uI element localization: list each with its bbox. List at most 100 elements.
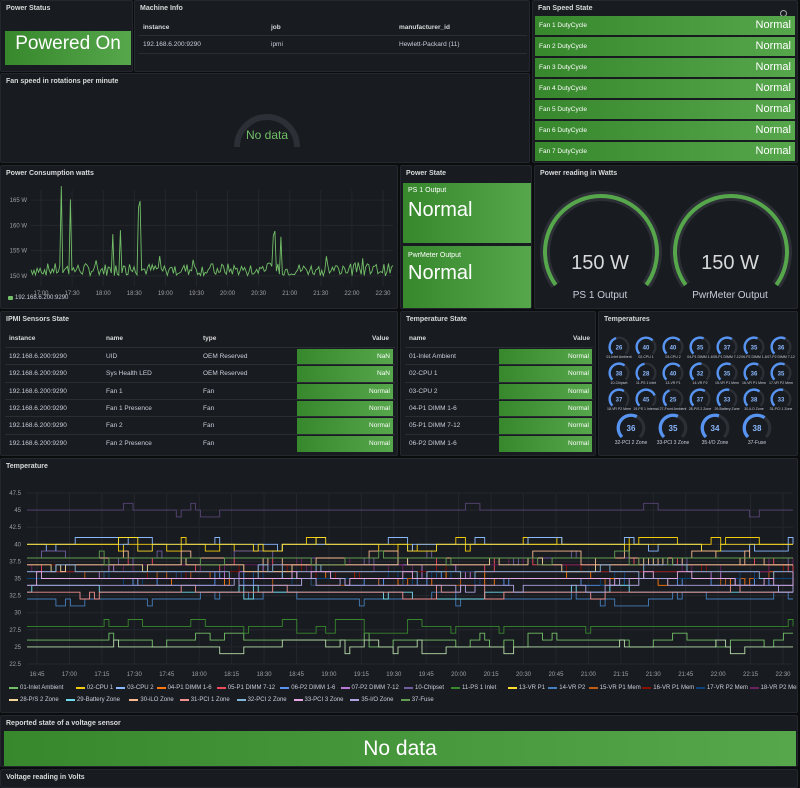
series-line <box>27 502 793 518</box>
series-line <box>27 639 793 655</box>
temperature-state-panel: Temperature State name Value 01-Inlet Am… <box>400 311 596 456</box>
y-tick-label: 40 <box>14 542 21 548</box>
x-tick-label: 17:45 <box>159 672 175 678</box>
fan-value: Normal <box>755 61 791 73</box>
y-tick-label: 22.5 <box>9 662 21 668</box>
x-tick-label: 19:15 <box>354 672 370 678</box>
fan-label: Fan 7 DutyCycle <box>539 148 588 155</box>
legend-item[interactable]: 35-I/O Zone <box>350 697 393 703</box>
legend-item[interactable]: 31-PCI 1 Zone <box>179 697 230 703</box>
legend-item[interactable]: 11-PS 1 Inlet <box>451 685 496 691</box>
legend-label: 02-CPU 1 <box>86 685 114 691</box>
power-consumption-chart[interactable]: 165 W160 W155 W150 W17:00 17:30 18:00 18:30… <box>1 166 398 309</box>
fan-value: Normal <box>755 19 791 31</box>
temperature-chart-panel: Temperature 47.5 45 42.5 40 37.5 35 32.5 30 27.5… <box>0 458 798 713</box>
legend-item[interactable]: 16-VR P1 Mem <box>642 685 694 691</box>
legend-label: 17-VR P2 Mem <box>706 685 748 691</box>
x-tick-label: 20:15 <box>484 672 500 678</box>
legend-item[interactable]: 33-PCI 3 Zone <box>293 697 344 703</box>
gauge-label: 07-P2 DIMM 7-12 <box>767 355 795 359</box>
gauge-value: 150 W <box>571 252 629 274</box>
gauge-value: 26 <box>616 345 623 351</box>
machine-info-panel: Machine Info instance job manufacturer_i… <box>134 0 530 72</box>
y-tick-label: 25 <box>14 645 21 651</box>
legend-label: 10-Chipset <box>415 685 445 691</box>
table-cell: 04-P1 DIMM 1-6 <box>409 404 457 412</box>
voltage-state-value: No data <box>4 731 796 766</box>
table-cell: UID <box>106 353 118 360</box>
col-header-name[interactable]: name <box>409 335 426 342</box>
panel-title: Power State <box>406 170 447 177</box>
col-header-instance[interactable]: instance <box>143 24 169 31</box>
col-header-manufacturer[interactable]: manufacturer_id <box>399 24 450 31</box>
temperature-chart[interactable]: 47.5 45 42.5 40 37.5 35 32.5 30 27.5 25 22.5 16:45 1… <box>1 477 798 692</box>
legend-item[interactable]: 01-Inlet Ambient <box>9 685 63 691</box>
col-header-type[interactable]: type <box>203 335 216 342</box>
x-tick-label: 19:30 <box>189 291 205 297</box>
legend-item[interactable]: 37-Fuse <box>400 697 434 703</box>
fan-speed-state-panel: Fan Speed State Fan 1 DutyCycle Normal Fan… <box>532 0 798 163</box>
legend-item[interactable]: 192.168.6.200:9290 <box>8 295 68 301</box>
x-tick-label: 17:30 <box>127 672 143 678</box>
legend-label: 11-PS 1 Inlet <box>462 685 497 691</box>
x-tick-label: 19:00 <box>158 291 174 297</box>
legend-label: 05-P1 DIMM 7-12 <box>227 685 276 691</box>
fan-rpm-gauge <box>234 114 300 148</box>
y-tick-label: 150 W <box>10 274 28 280</box>
gauge-value: 37 <box>616 397 623 403</box>
legend-item[interactable]: 29-Battery Zone <box>65 697 120 703</box>
gauge-value: 35 <box>778 371 785 377</box>
fan-label: Fan 4 DutyCycle <box>539 85 588 92</box>
gauge-value: 38 <box>616 371 623 377</box>
cell-manufacturer: Hewlett-Packard (11) <box>399 41 460 48</box>
table-cell: Fan <box>203 422 215 430</box>
power-state-pwrmeter: PwrMeter Output Normal <box>403 246 531 308</box>
legend-label: 18-VR P2 Mem <box>760 685 798 691</box>
col-header-value[interactable]: Value <box>499 335 590 342</box>
fan-label: Fan 2 DutyCycle <box>539 43 588 50</box>
table-cell: 03-CPU 2 <box>409 387 438 395</box>
legend-label: 06-P2 DIMM 1-6 <box>291 685 336 691</box>
legend-item[interactable]: 02-CPU 1 <box>75 685 114 691</box>
col-header-name[interactable]: name <box>106 335 123 342</box>
gauge-value: 36 <box>627 424 636 433</box>
x-tick-label: 22:30 <box>375 291 391 297</box>
table-cell: 02-CPU 1 <box>409 370 438 378</box>
legend-item[interactable]: 04-P1 DIMM 1-6 <box>156 685 212 691</box>
legend-item[interactable]: 15-VR P1 Mem <box>588 685 641 691</box>
legend-item[interactable]: 13-VR P1 <box>507 685 545 691</box>
panel-title: Power Status <box>6 5 51 12</box>
legend-item[interactable]: 03-CPU 2 <box>116 685 154 691</box>
x-tick-label: 20:00 <box>220 291 236 297</box>
x-tick-label: 20:45 <box>548 672 564 678</box>
table-cell: 192.168.6.200:9290 <box>9 387 67 395</box>
legend-item[interactable]: 07-P2 DIMM 7-12 <box>340 685 399 691</box>
panel-title: Fan Speed State <box>538 5 593 12</box>
x-tick-label: 18:00 <box>96 291 112 297</box>
x-tick-label: 20:30 <box>251 291 267 297</box>
fan-row: Fan 6 DutyCycle Normal <box>535 121 795 140</box>
y-tick-label: 155 W <box>10 249 28 255</box>
value-cell: Normal <box>297 383 393 400</box>
legend-item[interactable]: 05-P1 DIMM 7-12 <box>216 685 276 691</box>
fan-row: Fan 2 DutyCycle Normal <box>535 37 795 56</box>
value-cell: Normal <box>499 400 592 417</box>
legend-item[interactable]: 28-P/S 2 Zone <box>9 697 59 703</box>
x-tick-label: 22:00 <box>711 672 727 678</box>
legend-item[interactable]: 30-iLO Zone <box>129 697 174 703</box>
y-tick-label: 35 <box>14 577 21 583</box>
value-cell: Normal <box>499 435 592 452</box>
power-gauges <box>540 191 792 288</box>
legend-item[interactable]: 18-VR P2 Mem <box>749 685 798 691</box>
legend-item[interactable]: 17-VR P2 Mem <box>695 685 748 691</box>
legend-item[interactable]: 14-VR P2 <box>548 685 585 691</box>
legend-item[interactable]: 32-PCI 2 Zone <box>236 697 287 703</box>
col-header-instance[interactable]: instance <box>9 335 35 342</box>
legend-item[interactable]: 06-P2 DIMM 1-6 <box>280 685 335 691</box>
col-header-value[interactable]: Value <box>297 335 389 342</box>
legend-label: 15-VR P1 Mem <box>599 685 641 691</box>
legend-item[interactable]: 10-Chipset <box>404 685 444 691</box>
legend-label: 04-P1 DIMM 1-6 <box>167 685 212 691</box>
y-tick-label: 30 <box>14 611 21 617</box>
col-header-job[interactable]: job <box>271 24 281 31</box>
